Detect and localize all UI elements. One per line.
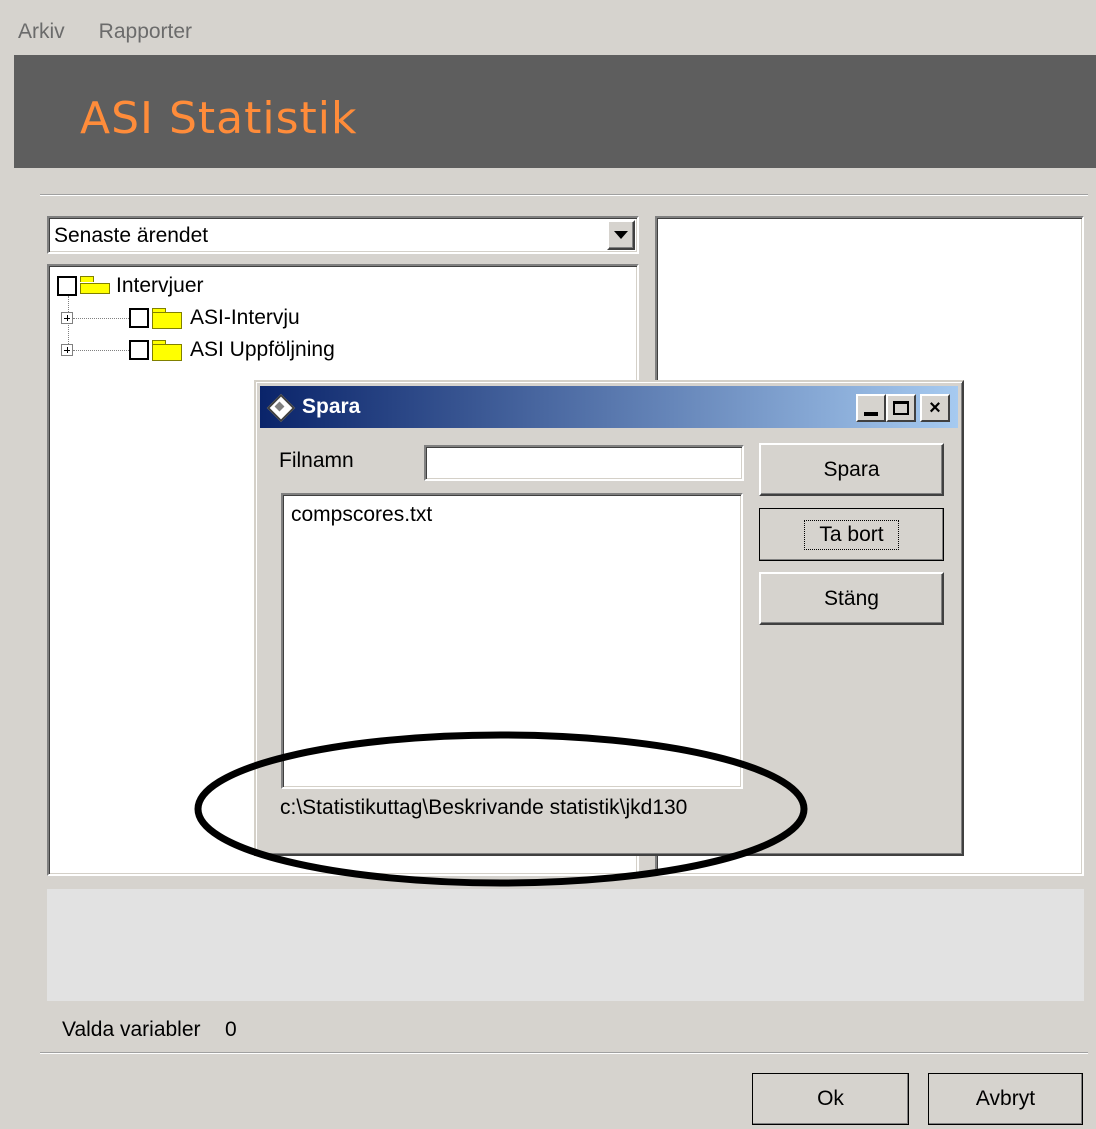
info-area bbox=[47, 889, 1084, 1001]
minimize-button[interactable] bbox=[856, 394, 886, 422]
folder-icon bbox=[152, 308, 182, 329]
tree-item-label: ASI-Intervju bbox=[190, 306, 300, 329]
menu-arkiv[interactable]: Arkiv bbox=[14, 18, 69, 52]
app-banner: ASI Statistik bbox=[14, 55, 1096, 168]
chevron-down-icon bbox=[614, 231, 628, 239]
divider bbox=[40, 1052, 1088, 1054]
folder-icon bbox=[152, 340, 182, 361]
selection-dropdown[interactable]: Senaste ärendet bbox=[47, 216, 639, 254]
checkbox[interactable] bbox=[129, 308, 149, 328]
window-controls: × bbox=[856, 394, 950, 422]
cancel-button[interactable]: Avbryt bbox=[928, 1073, 1083, 1125]
dropdown-value: Senaste ärendet bbox=[54, 224, 209, 247]
maximize-button[interactable] bbox=[886, 394, 916, 422]
close-icon: × bbox=[929, 397, 941, 419]
tree-item-label: Intervjuer bbox=[116, 274, 204, 297]
filename-label: Filnamn bbox=[279, 449, 354, 472]
selected-variables-count: 0 bbox=[225, 1018, 237, 1041]
close-button[interactable]: × bbox=[920, 394, 950, 422]
expand-plus-icon[interactable] bbox=[61, 312, 73, 324]
menu-bar: Arkiv Rapporter bbox=[14, 18, 196, 52]
minimize-icon bbox=[864, 412, 878, 416]
folder-open-icon bbox=[80, 276, 110, 296]
app-title: ASI Statistik bbox=[80, 93, 358, 144]
tree-connector bbox=[73, 349, 129, 351]
tree-item-asi-uppfoljning[interactable]: ASI Uppföljning bbox=[61, 336, 335, 364]
tree-item-intervjuer[interactable]: Intervjuer bbox=[57, 272, 204, 300]
checkbox[interactable] bbox=[57, 276, 77, 296]
path-label: c:\Statistikuttag\Beskrivande statistik\… bbox=[280, 796, 688, 819]
delete-button-label: Ta bort bbox=[804, 519, 899, 550]
maximize-icon bbox=[893, 401, 909, 415]
dialog-titlebar[interactable]: Spara × bbox=[260, 386, 958, 428]
filename-input[interactable] bbox=[424, 445, 744, 481]
save-button[interactable]: Spara bbox=[759, 443, 944, 496]
app-icon bbox=[266, 393, 294, 421]
tree-item-label: ASI Uppföljning bbox=[190, 338, 335, 361]
close-dialog-button[interactable]: Stäng bbox=[759, 572, 944, 625]
selected-variables-label: Valda variabler bbox=[62, 1018, 201, 1041]
tree-connector bbox=[73, 317, 129, 319]
dialog-title: Spara bbox=[302, 395, 361, 418]
delete-button[interactable]: Ta bort bbox=[759, 508, 944, 561]
file-list[interactable]: compscores.txt bbox=[281, 493, 743, 789]
list-item[interactable]: compscores.txt bbox=[291, 503, 432, 527]
menu-rapporter[interactable]: Rapporter bbox=[95, 18, 196, 52]
ok-button[interactable]: Ok bbox=[752, 1073, 909, 1125]
tree-item-asi-intervju[interactable]: ASI-Intervju bbox=[61, 304, 300, 332]
divider bbox=[40, 194, 1088, 196]
expand-plus-icon[interactable] bbox=[61, 344, 73, 356]
dropdown-button[interactable] bbox=[607, 220, 635, 250]
checkbox[interactable] bbox=[129, 340, 149, 360]
